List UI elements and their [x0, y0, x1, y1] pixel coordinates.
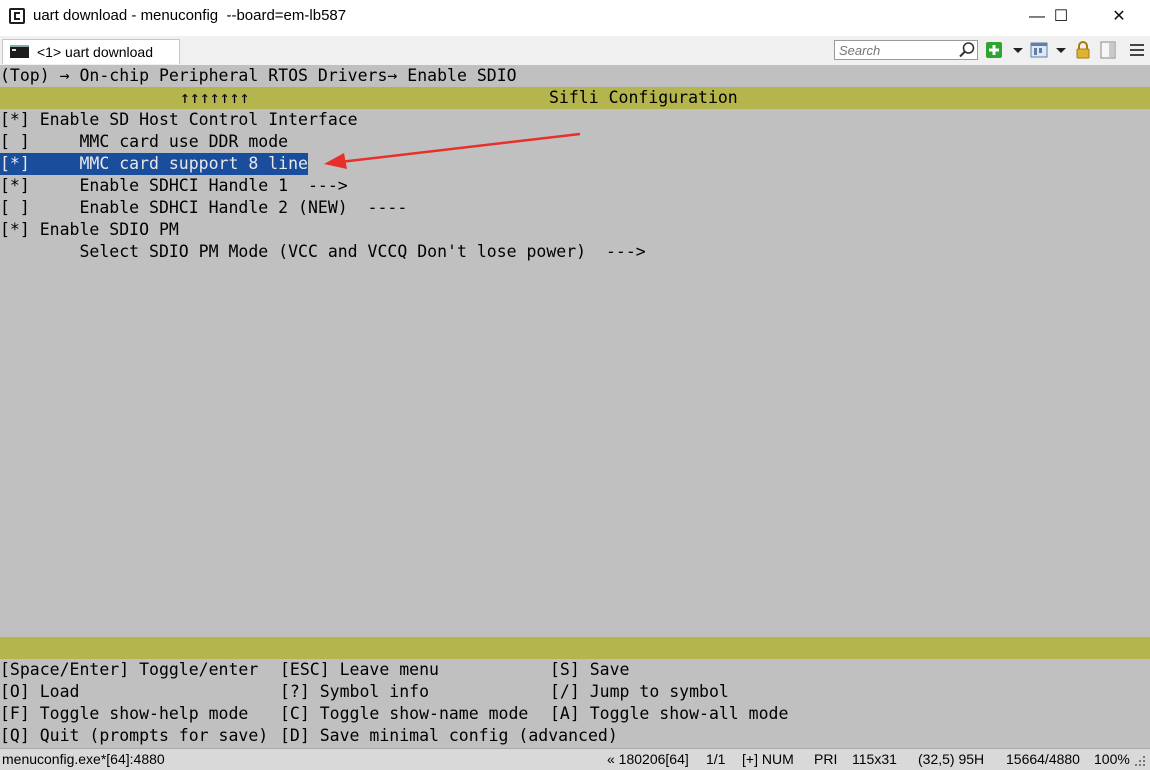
console-icon: [10, 45, 29, 58]
search-input[interactable]: [834, 40, 978, 60]
status-priority: PRI: [814, 751, 838, 767]
chevron-down-icon[interactable]: [1009, 41, 1027, 59]
status-cursor: (32,5) 95H: [918, 751, 985, 767]
close-button[interactable]: ✕: [1096, 0, 1142, 36]
status-pid: 15664/4880: [1006, 751, 1080, 767]
maximize-button[interactable]: ☐: [1038, 0, 1084, 36]
status-zoom: 100%: [1094, 751, 1130, 767]
panel-icon[interactable]: [1099, 41, 1117, 59]
hamburger-menu-icon[interactable]: [1128, 41, 1146, 59]
console-app-icon: [9, 8, 25, 24]
chevron-down-icon[interactable]: [1052, 41, 1070, 59]
new-console-icon[interactable]: [985, 41, 1003, 59]
status-bar: menuconfig.exe*[64]:4880 « 180206[64] 1/…: [0, 748, 1150, 770]
terminal-area[interactable]: (Top) → On-chip Peripheral RTOS Drivers→…: [0, 65, 1150, 748]
tab-label: <1> uart download: [37, 44, 153, 60]
status-build: « 180206[64]: [607, 751, 689, 767]
lock-icon[interactable]: [1074, 41, 1092, 59]
tab-uart-download[interactable]: <1> uart download: [2, 39, 180, 64]
title-bar: uart download - menuconfig --board=em-lb…: [0, 0, 1150, 36]
window-title: uart download - menuconfig --board=em-lb…: [33, 7, 347, 24]
annotation-arrow: [324, 132, 581, 169]
status-flags: [+] NUM: [742, 751, 794, 767]
resize-grip-icon[interactable]: [1133, 754, 1147, 768]
status-size: 115x31: [852, 751, 897, 767]
status-process: menuconfig.exe*[64]:4880: [2, 751, 165, 767]
status-position: 1/1: [706, 751, 726, 767]
search-icon[interactable]: [958, 41, 976, 59]
split-view-icon[interactable]: [1030, 41, 1048, 59]
